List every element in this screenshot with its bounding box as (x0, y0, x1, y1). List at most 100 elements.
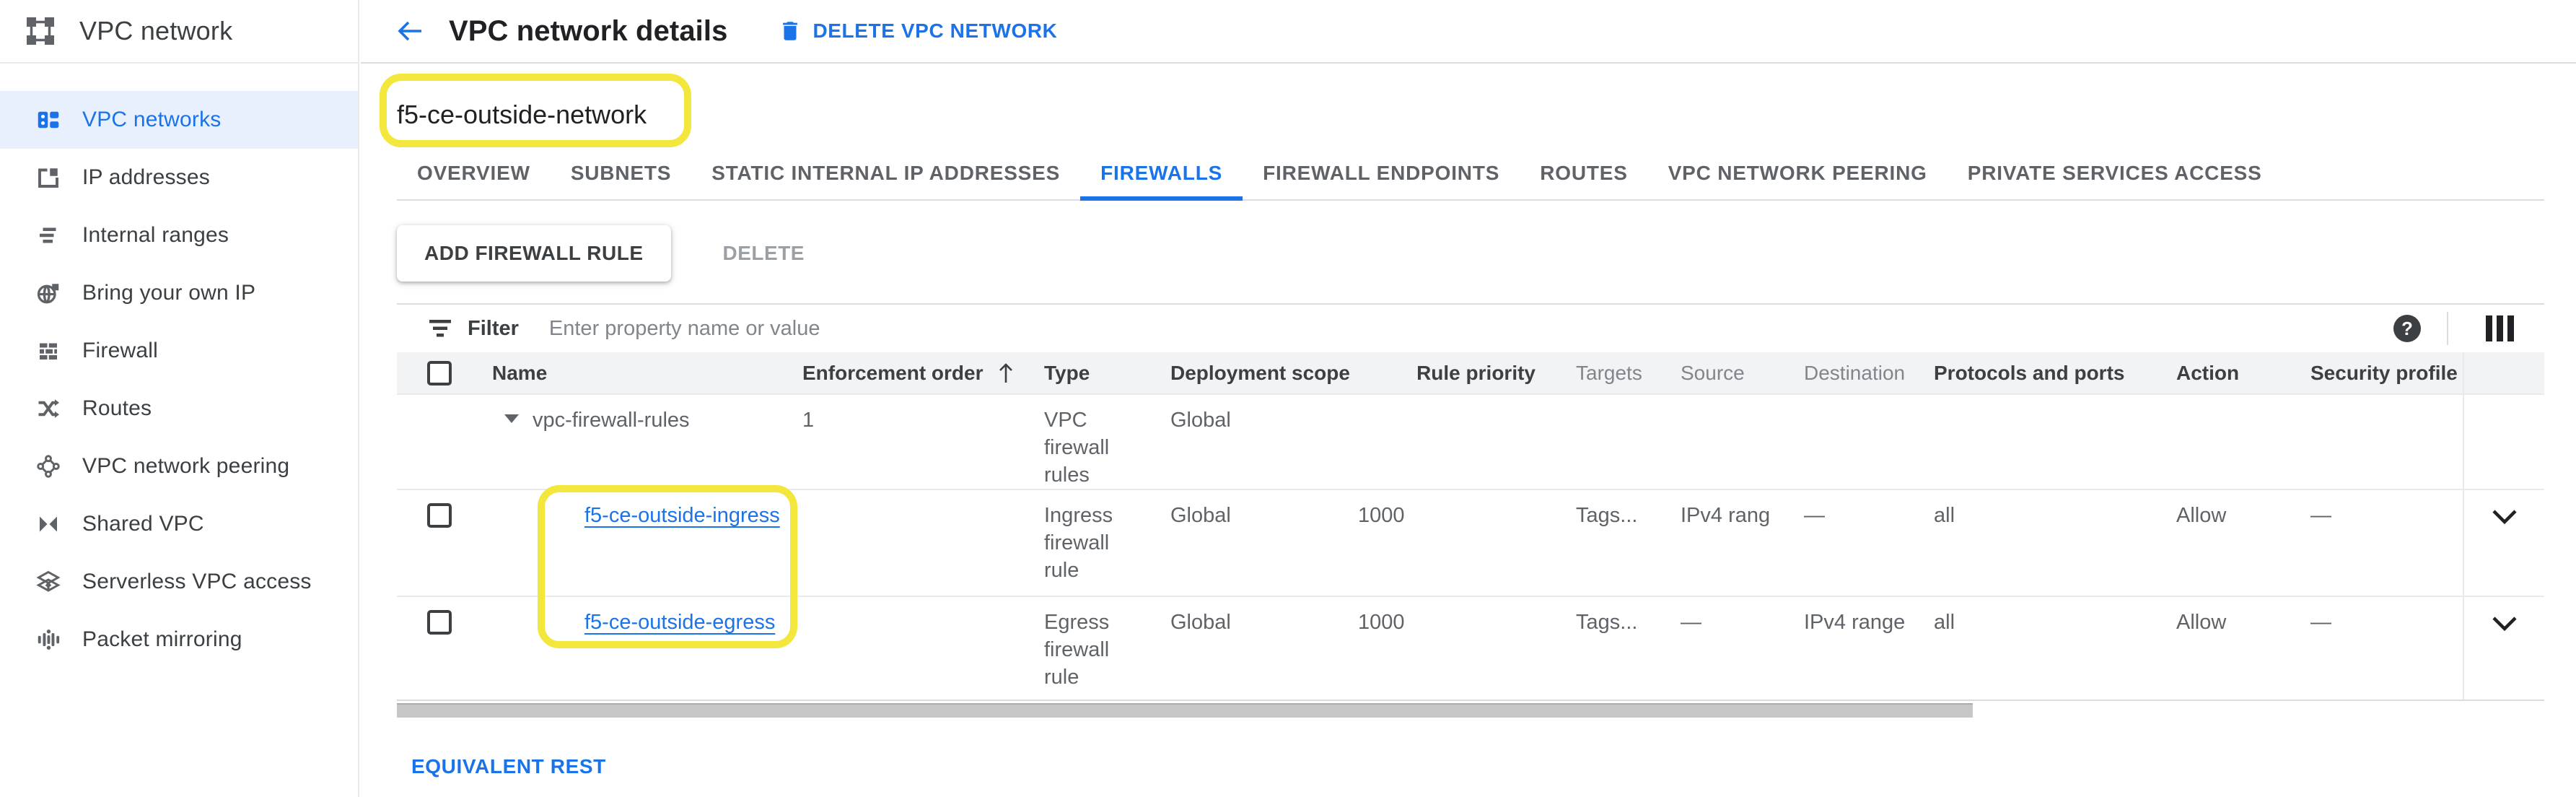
cell-type: Ingress firewall rule (1044, 489, 1170, 596)
cell-source: IPv4 rang (1681, 489, 1804, 596)
expand-row-chevron-icon[interactable] (2491, 506, 2518, 528)
sidebar-item-vpc-networks[interactable]: VPC networks (0, 91, 358, 149)
sidebar-item-shared-vpc[interactable]: Shared VPC (0, 495, 358, 553)
sidebar-item-label: Packet mirroring (82, 627, 242, 652)
sidebar-nav: VPC networks IP addresses Internal range… (0, 64, 358, 668)
cell-action: Allow (2176, 489, 2310, 596)
sidebar-item-bring-your-own-ip[interactable]: Bring your own IP (0, 264, 358, 322)
column-header-protocols-and-ports[interactable]: Protocols and ports (1934, 352, 2176, 394)
internal-ranges-icon (35, 222, 62, 249)
bring-your-own-ip-icon (35, 279, 62, 307)
sidebar-header: VPC network (0, 0, 358, 64)
tab-vpc-network-peering[interactable]: VPC NETWORK PEERING (1648, 147, 1948, 199)
column-header-name[interactable]: Name (492, 352, 802, 394)
vpc-network-logo-icon (25, 15, 56, 47)
cell-deployment-scope: Global (1170, 394, 1358, 489)
table-row-group-vpc-firewall-rules: vpc-firewall-rules 1 VPC firewall rules … (397, 394, 2544, 489)
main-content: VPC network details DELETE VPC NETWORK f… (361, 0, 2576, 797)
sidebar-item-vpc-network-peering[interactable]: VPC network peering (0, 437, 358, 495)
delete-vpc-network-label: DELETE VPC NETWORK (812, 19, 1057, 43)
cell-targets: Tags... (1553, 489, 1681, 596)
column-header-enforcement-order[interactable]: Enforcement order (802, 352, 1044, 394)
tab-overview[interactable]: OVERVIEW (397, 147, 551, 199)
tab-firewall-endpoints[interactable]: FIREWALL ENDPOINTS (1243, 147, 1520, 199)
cell-deployment-scope: Global (1170, 596, 1358, 700)
product-title: VPC network (79, 16, 232, 46)
cell-targets: Tags... (1553, 596, 1681, 700)
column-header-rule-priority[interactable]: Rule priority (1358, 352, 1553, 394)
tab-firewalls[interactable]: FIREWALLS (1080, 147, 1243, 199)
sidebar-item-routes[interactable]: Routes (0, 380, 358, 437)
toolbar-divider (2447, 312, 2448, 345)
column-header-deployment-scope[interactable]: Deployment scope (1170, 352, 1358, 394)
filter-icon (429, 319, 452, 338)
horizontal-scrollbar[interactable] (397, 703, 1973, 718)
column-display-options-icon[interactable] (2486, 315, 2514, 341)
page-title: VPC network details (449, 15, 727, 48)
sidebar-item-label: Routes (82, 396, 152, 421)
sidebar-item-firewall[interactable]: Firewall (0, 322, 358, 380)
cell-source: — (1681, 596, 1804, 700)
cell-protocols-and-ports: all (1934, 489, 2176, 596)
cell-enforcement-order (802, 489, 1044, 596)
sort-ascending-icon (996, 362, 1015, 385)
row-checkbox[interactable] (427, 503, 452, 528)
filter-toolbar: Filter ? (397, 303, 2544, 352)
delete-vpc-network-button[interactable]: DELETE VPC NETWORK (778, 19, 1057, 43)
sidebar-item-internal-ranges[interactable]: Internal ranges (0, 206, 358, 264)
cell-deployment-scope: Global (1170, 489, 1358, 596)
column-header-security-profile-groups[interactable]: Security profile groups (2310, 352, 2463, 394)
sidebar-item-label: Internal ranges (82, 223, 229, 248)
sidebar-item-label: Firewall (82, 339, 158, 363)
cell-enforcement-order: 1 (802, 394, 1044, 489)
firewall-rule-link-egress[interactable]: f5-ce-outside-egress (584, 609, 775, 636)
filter-input[interactable] (549, 317, 2393, 341)
tab-routes[interactable]: ROUTES (1520, 147, 1647, 199)
tab-private-services-access[interactable]: PRIVATE SERVICES ACCESS (1948, 147, 2282, 199)
column-header-type[interactable]: Type (1044, 352, 1170, 394)
tab-static-internal-ip-addresses[interactable]: STATIC INTERNAL IP ADDRESSES (691, 147, 1080, 199)
cell-destination: — (1804, 489, 1934, 596)
cell-rule-priority: 1000 (1358, 596, 1553, 700)
column-header-source[interactable]: Source (1681, 352, 1804, 394)
sidebar-item-packet-mirroring[interactable]: Packet mirroring (0, 611, 358, 668)
firewall-rule-link-ingress[interactable]: f5-ce-outside-ingress (584, 502, 780, 529)
delete-rule-button[interactable]: DELETE (723, 242, 805, 265)
table-row-f5-ce-outside-ingress: f5-ce-outside-ingress Ingress firewall r… (397, 489, 2544, 596)
collapse-expander-icon[interactable] (504, 414, 520, 424)
cell-security-profile-groups: — (2310, 596, 2463, 700)
sidebar-item-label: Serverless VPC access (82, 570, 312, 594)
sidebar-item-serverless-vpc-access[interactable]: Serverless VPC access (0, 553, 358, 611)
cell-destination: IPv4 range (1804, 596, 1934, 700)
column-header-destination[interactable]: Destination (1804, 352, 1934, 394)
cell-type: Egress firewall rule (1044, 596, 1170, 700)
cell-protocols-and-ports: all (1934, 596, 2176, 700)
sidebar-item-label: Shared VPC (82, 512, 204, 536)
serverless-vpc-access-icon (35, 568, 62, 596)
sidebar-item-label: IP addresses (82, 165, 210, 190)
select-all-checkbox[interactable] (427, 361, 452, 386)
help-icon[interactable]: ? (2393, 315, 2421, 342)
expand-row-chevron-icon[interactable] (2491, 613, 2518, 635)
group-name: vpc-firewall-rules (533, 406, 690, 434)
filter-label: Filter (468, 317, 519, 341)
add-firewall-rule-button[interactable]: ADD FIREWALL RULE (397, 225, 671, 282)
tab-bar: OVERVIEW SUBNETS STATIC INTERNAL IP ADDR… (397, 147, 2544, 201)
sidebar-item-ip-addresses[interactable]: IP addresses (0, 149, 358, 206)
sidebar-item-label: VPC networks (82, 108, 221, 132)
column-header-targets[interactable]: Targets (1553, 352, 1681, 394)
vpc-networks-icon (35, 106, 62, 134)
cell-security-profile-groups: — (2310, 489, 2463, 596)
tab-subnets[interactable]: SUBNETS (551, 147, 691, 199)
equivalent-rest-link[interactable]: EQUIVALENT REST (411, 755, 606, 778)
sidebar-item-label: Bring your own IP (82, 281, 255, 305)
table-header-row: Name Enforcement order Type Deployment s… (397, 352, 2544, 394)
cell-action: Allow (2176, 596, 2310, 700)
cell-enforcement-order (802, 596, 1044, 700)
row-checkbox[interactable] (427, 610, 452, 635)
network-name: f5-ce-outside-network (397, 100, 647, 130)
packet-mirroring-icon (35, 626, 62, 653)
column-header-action[interactable]: Action (2176, 352, 2310, 394)
cell-rule-priority: 1000 (1358, 489, 1553, 596)
back-arrow-icon[interactable] (394, 15, 426, 47)
